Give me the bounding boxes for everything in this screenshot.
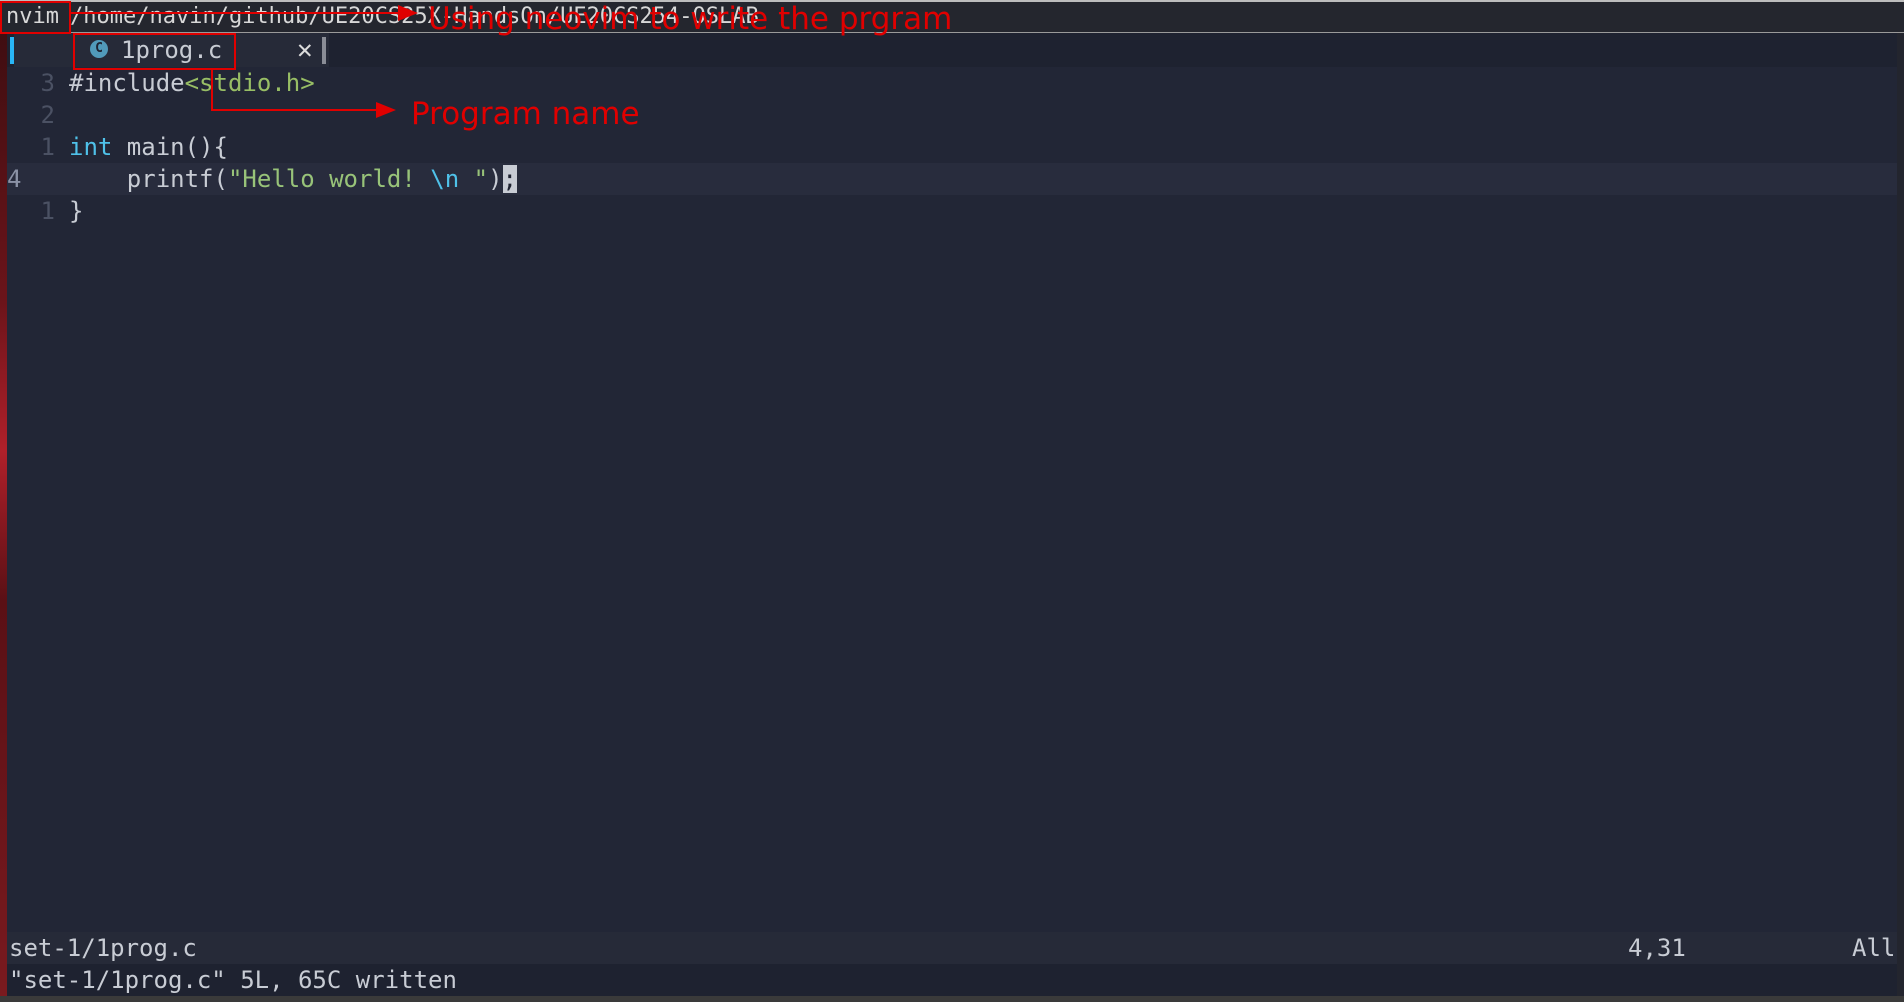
window-edge xyxy=(1897,0,1904,1002)
code-token: "Hello world! xyxy=(227,165,431,193)
code-token: #include xyxy=(69,69,185,97)
editor-line[interactable]: 1 int main(){ xyxy=(7,131,1897,163)
line-number: 1 xyxy=(40,197,55,225)
status-line: set-1/1prog.c 4,31 All xyxy=(7,932,1897,964)
annotation-program-note: Program name xyxy=(411,96,640,132)
annotation-arrowhead-nvim xyxy=(398,5,418,21)
annotation-box-nvim xyxy=(0,1,71,34)
code-token: } xyxy=(69,197,84,225)
line-number: 1 xyxy=(40,133,55,161)
annotation-arrow-line-nvim xyxy=(71,12,401,14)
write-message: "set-1/1prog.c" 5L, 65C written xyxy=(9,966,457,994)
status-filename: set-1/1prog.c xyxy=(9,934,197,962)
command-line[interactable]: "set-1/1prog.c" 5L, 65C written xyxy=(7,964,1897,996)
annotation-nvim-note: Using neovim to write the prgram xyxy=(428,1,953,37)
code-text: } xyxy=(69,195,83,227)
code-text: int main(){ xyxy=(69,131,228,163)
desktop-wallpaper-strip xyxy=(0,0,7,1002)
text-cursor: ; xyxy=(502,165,517,193)
annotation-arrowhead-program xyxy=(376,102,396,118)
code-token: ) xyxy=(488,165,503,193)
code-token: \n xyxy=(430,165,460,193)
line-number: 2 xyxy=(40,101,55,129)
annotation-arrow-horizontal xyxy=(211,109,381,111)
editor-buffer[interactable]: 3 #include<stdio.h> 2 1 int main(){4 printf(… xyxy=(7,67,1897,932)
cursor-position: 4,31 xyxy=(1628,934,1686,962)
code-text: printf("Hello world! \n "); xyxy=(69,163,517,195)
annotation-box-program xyxy=(73,33,236,70)
line-number: 3 xyxy=(40,69,55,97)
editor-line[interactable]: 1} xyxy=(7,195,1897,227)
buffer-tabline: C 1prog.c ✕ xyxy=(7,33,1897,67)
line-number: 4 xyxy=(7,165,22,193)
editor-line[interactable]: 3 #include<stdio.h> xyxy=(7,67,1897,99)
code-token: int xyxy=(69,133,113,161)
close-icon[interactable]: ✕ xyxy=(297,35,313,65)
code-token: printf( xyxy=(69,165,228,193)
code-text: #include<stdio.h> xyxy=(69,67,315,99)
code-token: <stdio.h> xyxy=(184,69,315,97)
window-bottom-border xyxy=(0,996,1904,1002)
tab-separator xyxy=(322,37,326,64)
code-token: " xyxy=(459,165,489,193)
editor-line[interactable]: 2 xyxy=(7,99,1897,131)
code-token: main(){ xyxy=(112,133,228,161)
annotation-arrow-vertical xyxy=(211,70,213,111)
scroll-indicator: All xyxy=(1852,934,1896,962)
editor-line-current[interactable]: 4 printf("Hello world! \n "); xyxy=(7,163,1897,195)
